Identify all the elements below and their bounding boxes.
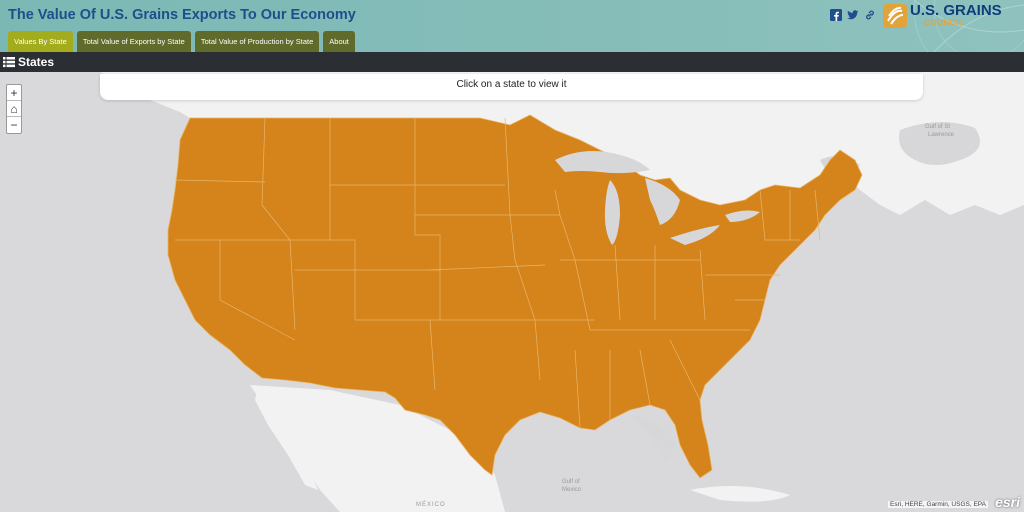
tab-values-by-state[interactable]: Values By State xyxy=(8,31,73,52)
zoom-controls: + ⌂ − xyxy=(6,84,22,134)
app-header: The Value Of U.S. Grains Exports To Our … xyxy=(0,0,1024,52)
layer-title: States xyxy=(18,55,55,69)
usgc-logo-icon xyxy=(883,4,907,28)
label-mexico: MÉXICO xyxy=(416,502,446,508)
facebook-icon[interactable] xyxy=(830,9,842,21)
usgc-logo[interactable]: U.S. GRAINS COUNCIL xyxy=(880,1,1020,31)
logo-sub-text: COUNCIL xyxy=(924,18,964,27)
home-button[interactable]: ⌂ xyxy=(7,101,21,117)
layer-toolbar: States xyxy=(0,52,1024,72)
map-attribution[interactable]: Esri, HERE, Garmin, USGS, EPA xyxy=(888,501,988,508)
twitter-icon[interactable] xyxy=(847,9,859,21)
label-gulf-st: Gulf of St xyxy=(925,124,951,130)
tab-total-exports[interactable]: Total Value of Exports by State xyxy=(76,31,191,52)
tab-about[interactable]: About xyxy=(323,31,355,52)
label-mexico-gulf: Mexico xyxy=(562,487,582,493)
map-view[interactable]: + ⌂ − MÉXICO Gulf of Mexico Gulf of St L… xyxy=(0,72,1024,512)
esri-logo[interactable]: esri xyxy=(995,494,1020,510)
list-icon[interactable] xyxy=(3,56,15,68)
basemap xyxy=(100,72,1024,512)
logo-main-text: U.S. GRAINS xyxy=(910,2,1002,19)
zoom-in-button[interactable]: + xyxy=(7,85,21,101)
info-panel: Click on a state to view it xyxy=(100,74,923,100)
link-icon[interactable] xyxy=(864,9,876,21)
cuba-land xyxy=(690,486,790,502)
florida-gulf-coast xyxy=(630,415,675,460)
label-lawrence: Lawrence xyxy=(928,132,955,138)
page-title: The Value Of U.S. Grains Exports To Our … xyxy=(8,7,356,23)
label-gulf-of: Gulf of xyxy=(562,479,580,485)
zoom-out-button[interactable]: − xyxy=(7,117,21,133)
tab-total-production[interactable]: Total Value of Production by State xyxy=(194,31,320,52)
tab-bar: Values By State Total Value of Exports b… xyxy=(8,31,355,52)
social-links xyxy=(830,9,876,21)
info-prompt: Click on a state to view it xyxy=(456,79,567,90)
